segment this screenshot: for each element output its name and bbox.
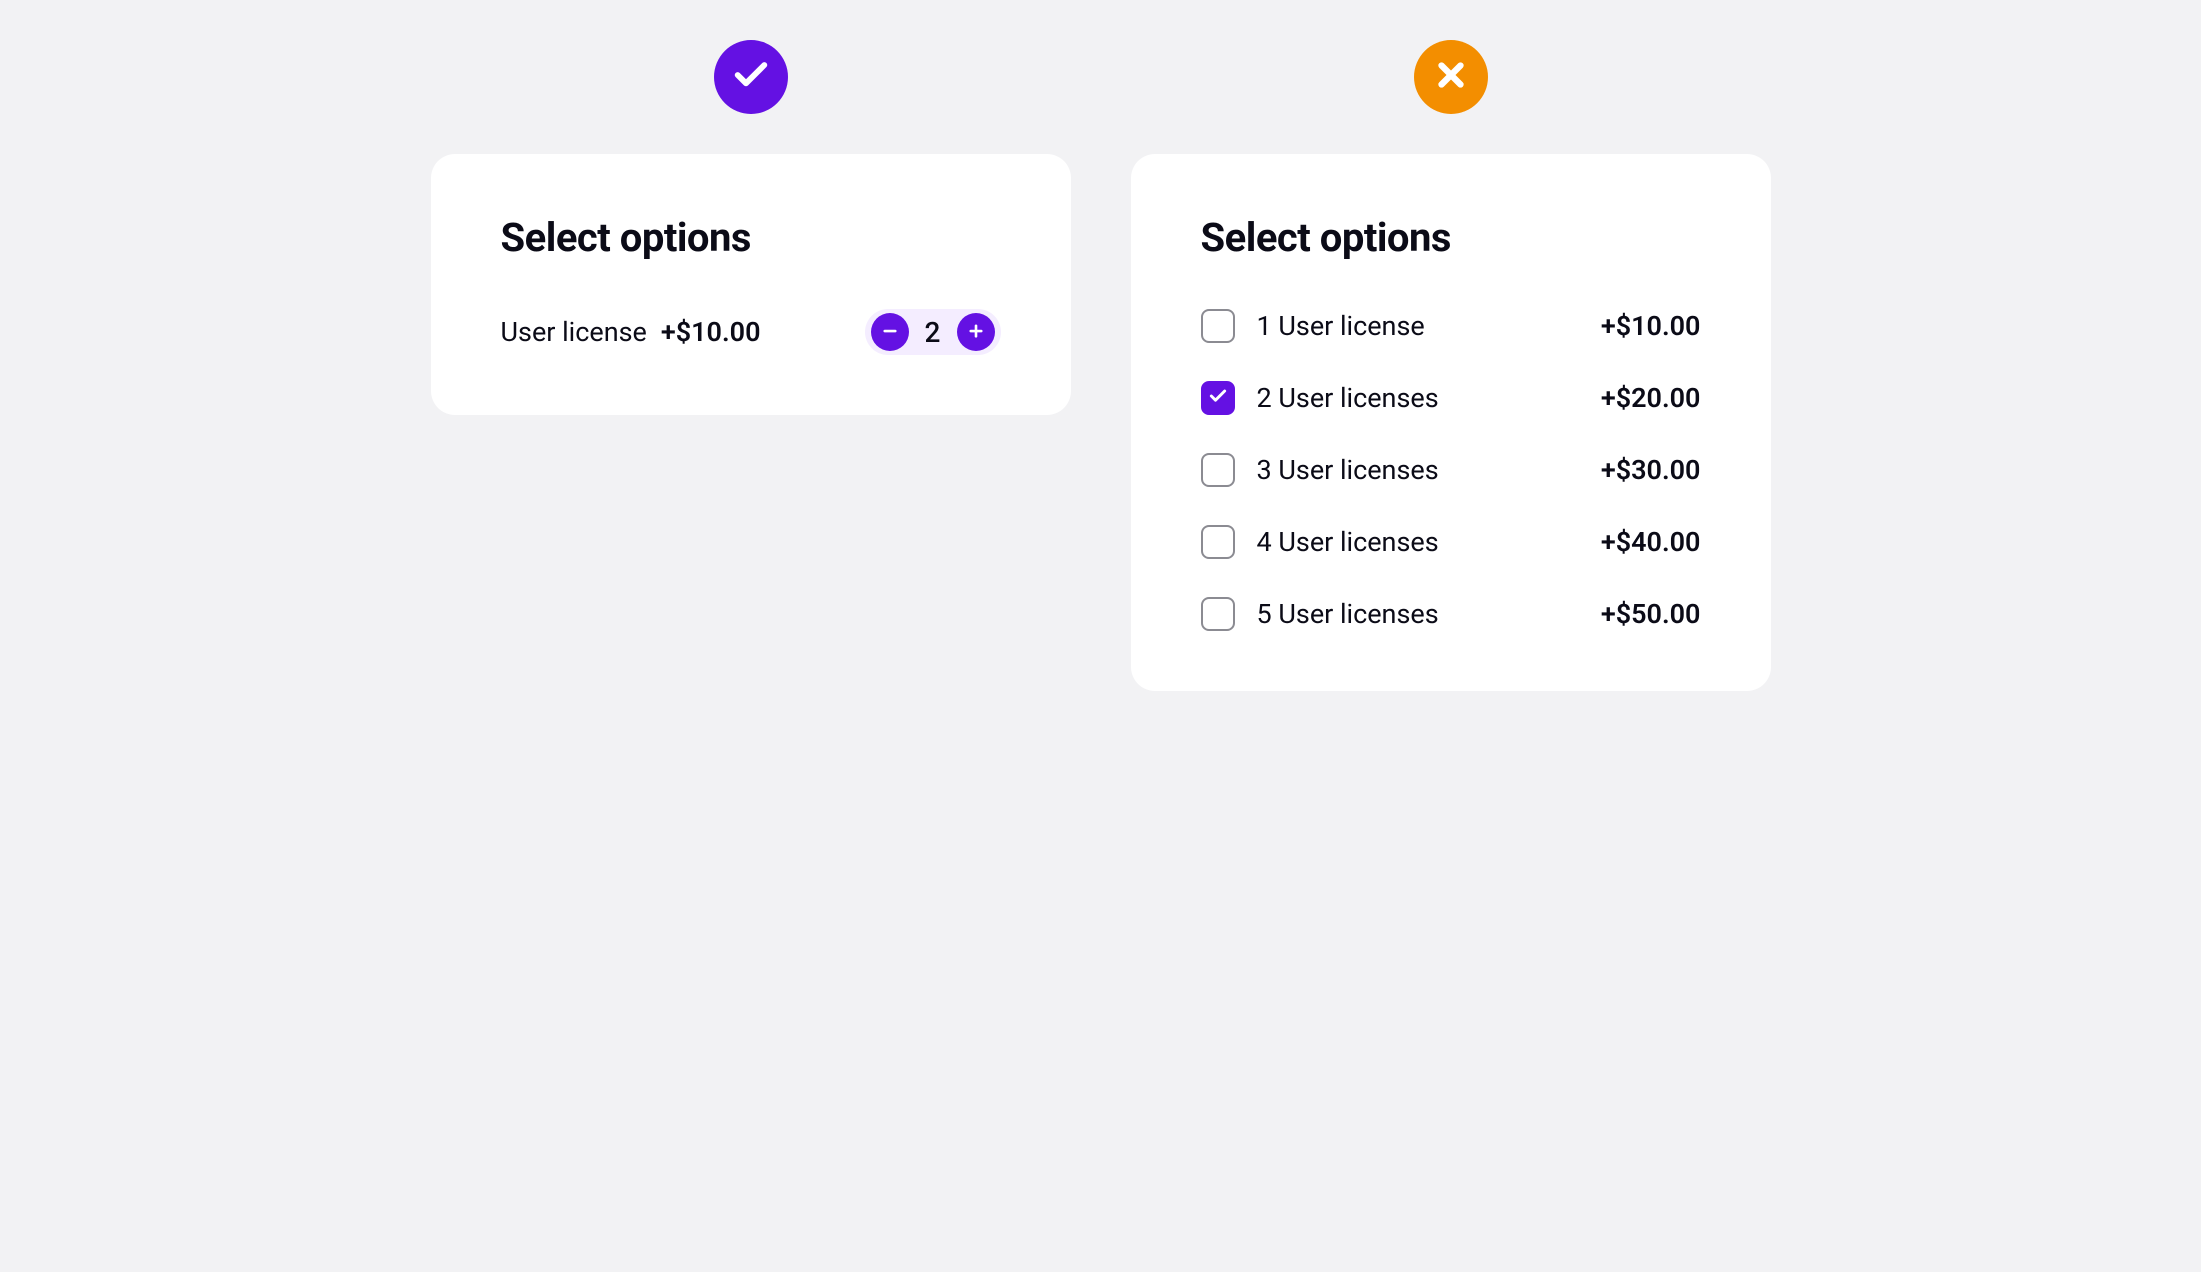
check-icon	[1208, 386, 1228, 410]
checkbox-left: 1 User license	[1201, 309, 1425, 343]
stepper-label-group: User license +$10.00	[501, 316, 761, 348]
checkbox-row: 4 User licenses +$40.00	[1201, 525, 1701, 559]
checkbox-row: 1 User license +$10.00	[1201, 309, 1701, 343]
option-label: 5 User licenses	[1257, 598, 1439, 630]
checkbox-row: 2 User licenses +$20.00	[1201, 381, 1701, 415]
bad-card: Select options 1 User license +$10.00 2 Us…	[1131, 154, 1771, 691]
plus-icon	[967, 322, 985, 343]
option-price: +$50.00	[1601, 598, 1701, 630]
option-price: +$20.00	[1601, 382, 1701, 414]
check-icon	[731, 55, 771, 99]
checkbox[interactable]	[1201, 381, 1235, 415]
option-price: +$40.00	[1601, 526, 1701, 558]
cross-icon	[1432, 56, 1470, 98]
checkbox-row: 5 User licenses +$50.00	[1201, 597, 1701, 631]
checkbox[interactable]	[1201, 597, 1235, 631]
checkbox-left: 4 User licenses	[1201, 525, 1439, 559]
option-label: 4 User licenses	[1257, 526, 1439, 558]
option-label: 3 User licenses	[1257, 454, 1439, 486]
option-label: 2 User licenses	[1257, 382, 1439, 414]
checkbox-list: 1 User license +$10.00 2 User licenses +$20…	[1201, 309, 1701, 631]
option-price: +$30.00	[1601, 454, 1701, 486]
checkbox-left: 5 User licenses	[1201, 597, 1439, 631]
check-badge	[714, 40, 788, 114]
decrement-button[interactable]	[871, 313, 909, 351]
card-title: Select options	[1201, 214, 1701, 261]
card-title: Select options	[501, 214, 1001, 261]
good-card: Select options User license +$10.00 2	[431, 154, 1071, 415]
checkbox-row: 3 User licenses +$30.00	[1201, 453, 1701, 487]
checkbox[interactable]	[1201, 309, 1235, 343]
item-price: +$10.00	[661, 316, 761, 348]
option-price: +$10.00	[1601, 310, 1701, 342]
stepper-row: User license +$10.00 2	[501, 309, 1001, 355]
increment-button[interactable]	[957, 313, 995, 351]
quantity-stepper: 2	[865, 309, 1001, 355]
checkbox[interactable]	[1201, 525, 1235, 559]
checkbox[interactable]	[1201, 453, 1235, 487]
checkbox-left: 2 User licenses	[1201, 381, 1439, 415]
good-example-column: Select options User license +$10.00 2	[431, 40, 1071, 415]
minus-icon	[881, 322, 899, 343]
stepper-value: 2	[923, 316, 943, 349]
checkbox-left: 3 User licenses	[1201, 453, 1439, 487]
item-label: User license	[501, 316, 647, 348]
cross-badge	[1414, 40, 1488, 114]
bad-example-column: Select options 1 User license +$10.00 2 Us…	[1131, 40, 1771, 691]
option-label: 1 User license	[1257, 310, 1425, 342]
